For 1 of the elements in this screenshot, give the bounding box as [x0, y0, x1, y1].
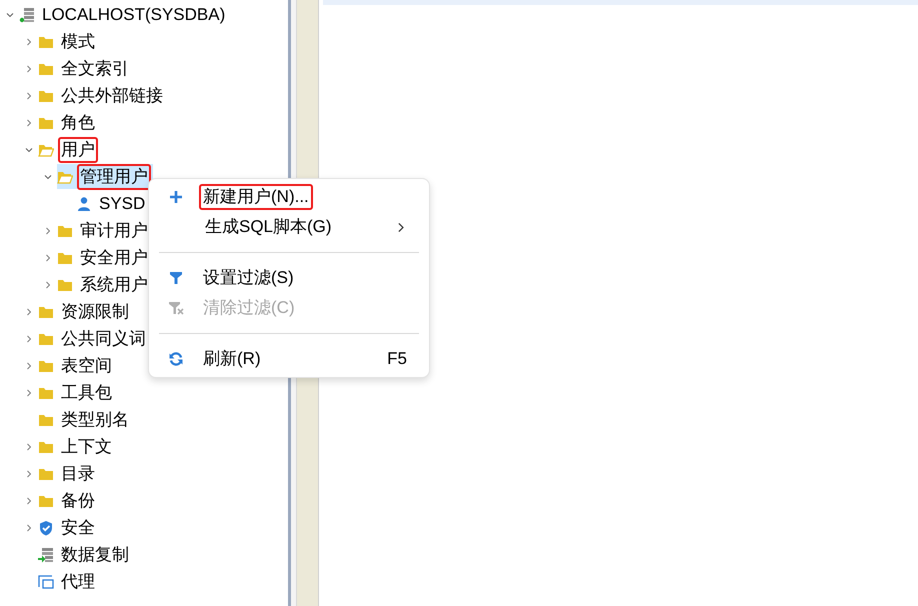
shortcut-key: F5	[387, 346, 407, 372]
